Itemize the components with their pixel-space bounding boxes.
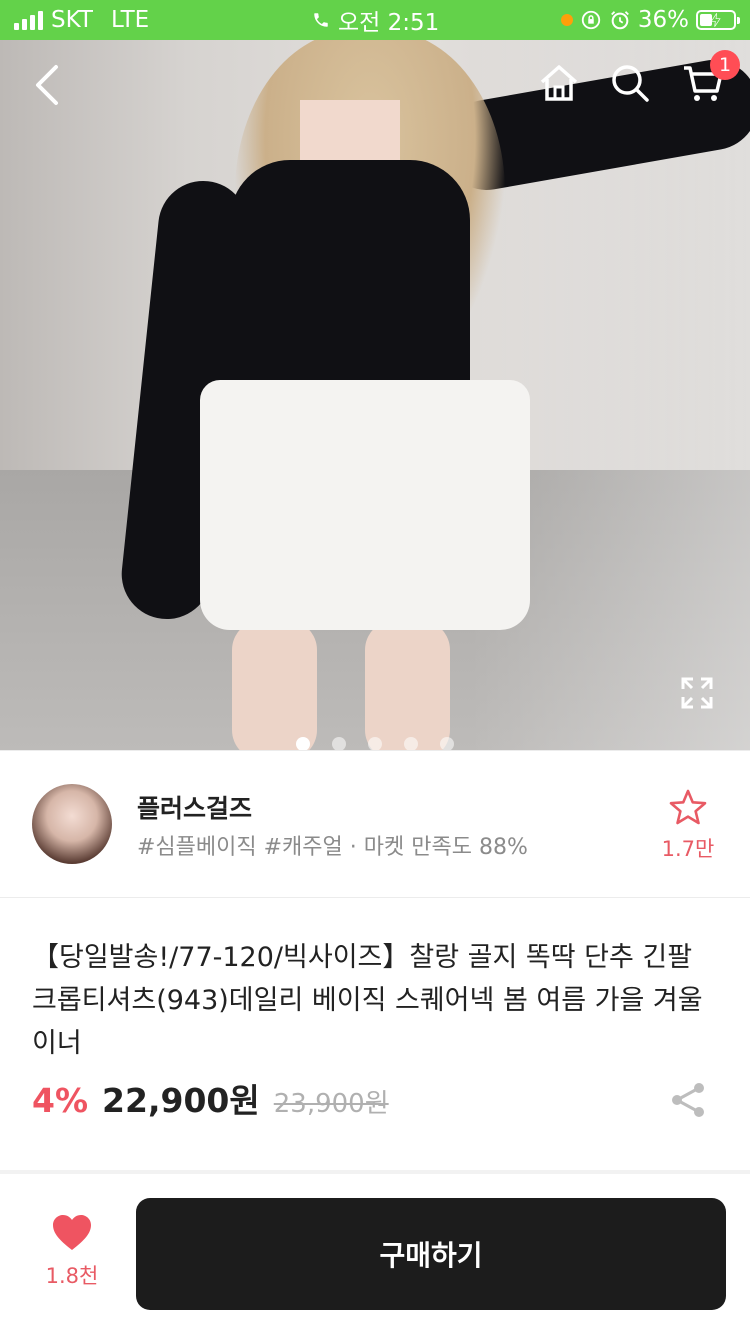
like-button[interactable]: 1.8천 — [32, 1214, 112, 1290]
pagination-dot[interactable] — [440, 737, 454, 750]
status-center: 오전 2:51 — [312, 0, 439, 40]
black-crop-top — [230, 160, 470, 405]
image-pagination[interactable] — [296, 737, 454, 750]
battery-percent: 36% — [637, 7, 689, 33]
seller-tags: #심플베이직 #캐주얼 · 마켓 만족도 88% — [137, 835, 528, 860]
search-icon — [612, 65, 649, 102]
network-label: LTE — [110, 7, 150, 33]
cart-button[interactable]: 1 — [678, 50, 740, 108]
sale-price: 22,900원 — [102, 1081, 260, 1120]
seller-avatar[interactable] — [32, 784, 112, 864]
home-button[interactable] — [534, 58, 584, 108]
heart-icon — [53, 1215, 91, 1250]
expand-icon — [681, 677, 713, 709]
battery-icon — [696, 10, 740, 30]
status-left: SKT LTE — [14, 0, 149, 40]
seller-name[interactable]: 플러스걸즈 — [137, 789, 252, 825]
clock-label: 오전 2:51 — [338, 10, 440, 36]
alarm-icon — [610, 11, 629, 30]
discount-rate: 4% — [32, 1081, 89, 1120]
star-outline-icon — [669, 789, 707, 825]
pagination-dot[interactable] — [332, 737, 346, 750]
buy-button[interactable]: 구매하기 — [136, 1198, 726, 1310]
like-count: 1.8천 — [45, 1264, 99, 1288]
phone-icon — [314, 13, 328, 27]
search-button[interactable] — [605, 58, 655, 108]
pagination-dot[interactable] — [404, 737, 418, 750]
product-image[interactable] — [0, 40, 750, 750]
white-shorts — [200, 380, 530, 630]
home-icon — [540, 65, 578, 101]
favorite-store-button[interactable]: 1.7만 — [656, 789, 720, 869]
cart-badge: 1 — [710, 50, 740, 80]
favorite-count: 1.7만 — [661, 837, 715, 861]
status-right: 36% — [560, 0, 740, 40]
chevron-left-icon — [36, 65, 58, 105]
seller-section[interactable]: 플러스걸즈 #심플베이직 #캐주얼 · 마켓 만족도 88% 1.7만 — [0, 750, 750, 898]
orange-dot-icon — [560, 14, 573, 26]
share-button[interactable] — [668, 1080, 708, 1120]
signal-icon — [14, 10, 43, 30]
status-bar: SKT LTE 오전 2:51 36% — [0, 0, 750, 40]
back-button[interactable] — [22, 60, 72, 110]
bottom-action-bar: 1.8천 구매하기 — [0, 1174, 750, 1334]
pagination-dot[interactable] — [296, 737, 310, 750]
product-title: 【당일발송!/77-120/빅사이즈】찰랑 골지 똑딱 단추 긴팔 크롭티셔츠(… — [32, 942, 703, 1059]
lock-rotation-icon — [581, 10, 601, 30]
expand-image-button[interactable] — [672, 668, 722, 718]
pagination-dot[interactable] — [368, 737, 382, 750]
price-row: 4% 22,900원 23,900원 — [32, 1074, 722, 1124]
share-icon — [672, 1083, 704, 1117]
original-price: 23,900원 — [273, 1089, 389, 1119]
carrier-label: SKT — [51, 7, 93, 33]
